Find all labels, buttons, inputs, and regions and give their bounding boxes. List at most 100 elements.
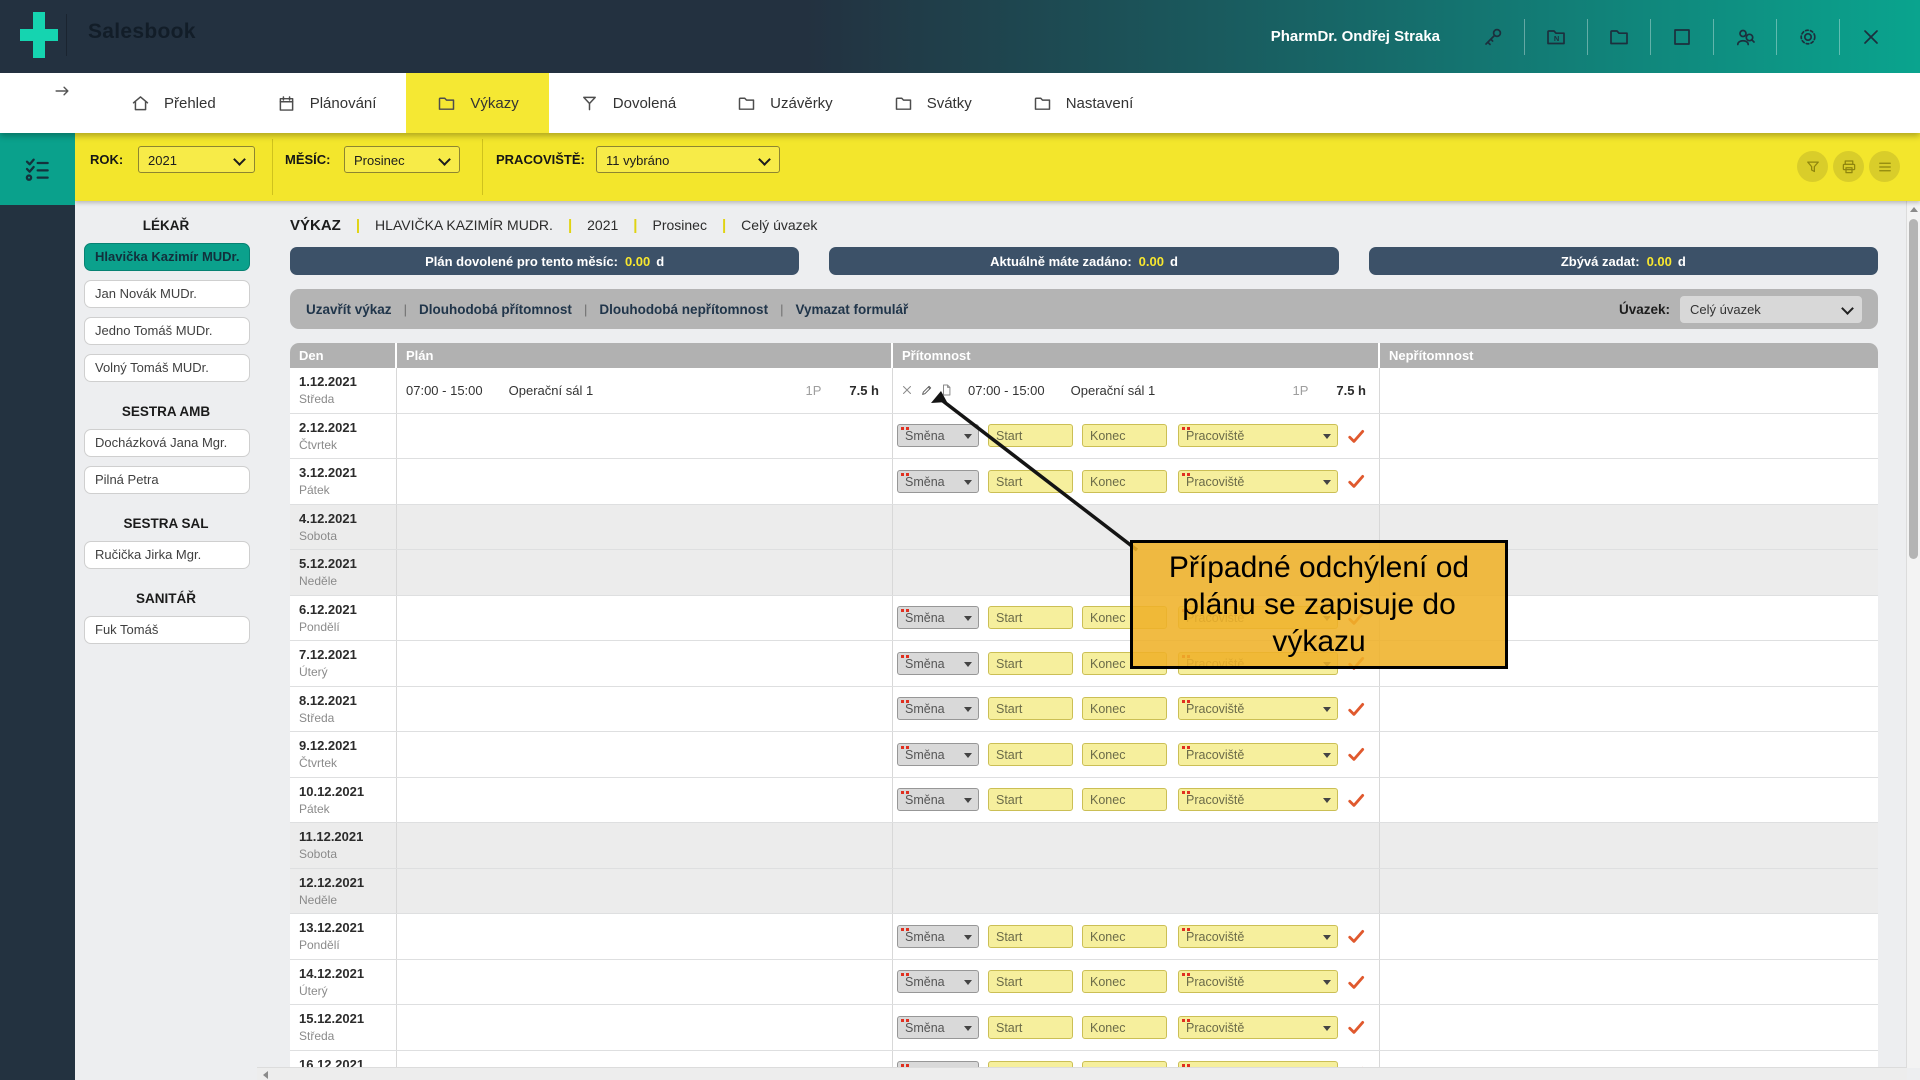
start-input[interactable]: Start (988, 925, 1073, 948)
konec-input[interactable]: Konec (1082, 1016, 1167, 1039)
smena-select[interactable]: Směna (897, 970, 979, 993)
konec-input[interactable]: Konec (1082, 424, 1167, 447)
smena-select[interactable]: Směna (897, 606, 979, 629)
start-input[interactable]: Start (988, 970, 1073, 993)
smena-select[interactable]: Směna (897, 697, 979, 720)
smena-select[interactable]: Směna (897, 424, 979, 447)
vertical-scrollbar-thumb[interactable] (1909, 219, 1918, 559)
confirm-check-button[interactable] (1346, 926, 1366, 946)
confirm-check-button[interactable] (1346, 790, 1366, 810)
smena-select[interactable]: Směna (897, 470, 979, 493)
collapse-arrow-icon[interactable] (52, 81, 72, 101)
key-icon[interactable] (1481, 25, 1505, 49)
confirm-check-button[interactable] (1346, 426, 1366, 446)
folder-icon[interactable] (1607, 25, 1631, 49)
pracoviste-select[interactable]: Pracoviště (1178, 925, 1338, 948)
tab-přehled[interactable]: Přehled (100, 73, 246, 133)
pracoviste-select[interactable]: 11 vybráno (596, 146, 780, 173)
checklist-menu-icon[interactable] (21, 153, 53, 185)
sidebar-item[interactable]: Ručička Jirka Mgr. (84, 541, 250, 569)
start-input[interactable]: Start (988, 424, 1073, 447)
menu-button[interactable] (1869, 151, 1900, 182)
pracoviste-select[interactable]: Pracoviště (1178, 788, 1338, 811)
square-icon[interactable] (1670, 25, 1694, 49)
folder-n-icon[interactable]: N (1544, 25, 1568, 49)
close-icon[interactable] (900, 383, 914, 397)
sidebar-item[interactable]: Pilná Petra (84, 466, 250, 494)
attendance-cell: Směna Start Konec Pracoviště (893, 414, 1380, 459)
konec-input[interactable]: Konec (1082, 970, 1167, 993)
uvazek-select[interactable]: Celý úvazek (1680, 296, 1862, 323)
document-icon[interactable] (940, 383, 954, 397)
sidebar-item[interactable]: Jan Novák MUDr. (84, 280, 250, 308)
start-input[interactable]: Start (988, 788, 1073, 811)
sidebar-item[interactable]: Fuk Tomáš (84, 616, 250, 644)
header-icon-divider (1776, 19, 1777, 55)
day-cell: 5.12.2021Neděle (290, 550, 397, 595)
mesic-select[interactable]: Prosinec (344, 146, 460, 173)
start-input[interactable]: Start (988, 652, 1073, 675)
confirm-check-button[interactable] (1346, 1017, 1366, 1037)
start-input[interactable]: Start (988, 1016, 1073, 1039)
confirm-check-button[interactable] (1346, 471, 1366, 491)
start-input[interactable]: Start (988, 606, 1073, 629)
pracoviste-select[interactable]: Pracoviště (1178, 470, 1338, 493)
start-input[interactable]: Start (988, 697, 1073, 720)
pracoviste-select[interactable]: Pracoviště (1178, 743, 1338, 766)
konec-input[interactable]: Konec (1082, 788, 1167, 811)
toolbar-action[interactable]: Dlouhodobá přítomnost (419, 302, 572, 317)
smena-select[interactable]: Směna (897, 788, 979, 811)
sidebar-item[interactable]: Hlavička Kazimír MUDr. (84, 243, 250, 271)
vertical-scrollbar[interactable] (1906, 201, 1920, 1068)
tab-nastavení[interactable]: Nastavení (1002, 73, 1164, 133)
smena-select[interactable]: Směna (897, 652, 979, 675)
plan-cell (397, 778, 893, 823)
smena-select[interactable]: Směna (897, 1016, 979, 1039)
rok-select[interactable]: 2021 (138, 146, 255, 173)
start-input[interactable]: Start (988, 470, 1073, 493)
toolbar-action[interactable]: Uzavřít výkaz (306, 302, 392, 317)
attendance-tag: 1P (1292, 383, 1308, 398)
tab-uzávěrky[interactable]: Uzávěrky (706, 73, 863, 133)
confirm-check-button[interactable] (1346, 699, 1366, 719)
sidebar-item[interactable]: Volný Tomáš MUDr. (84, 354, 250, 382)
filter-button[interactable] (1797, 151, 1828, 182)
pracoviste-select[interactable]: Pracoviště (1178, 970, 1338, 993)
tab-svátky[interactable]: Svátky (863, 73, 1002, 133)
tab-plánování[interactable]: Plánování (246, 73, 407, 133)
toolbar-action[interactable]: Vymazat formulář (795, 302, 908, 317)
pracoviste-select[interactable]: Pracoviště (1178, 1016, 1338, 1039)
row-date: 13.12.2021 (299, 920, 396, 935)
scroll-up-icon[interactable] (1910, 207, 1918, 212)
close-icon[interactable] (1859, 25, 1883, 49)
print-button[interactable] (1833, 151, 1864, 182)
confirm-check-button[interactable] (1346, 972, 1366, 992)
pracoviste-select[interactable]: Pracoviště (1178, 424, 1338, 447)
pracoviste-select[interactable]: Pracoviště (1178, 697, 1338, 720)
pencil-icon[interactable] (920, 383, 934, 397)
sidebar-group-title: SANITÁŘ (75, 591, 257, 606)
toolbar-action[interactable]: Dlouhodobá nepřítomnost (599, 302, 768, 317)
attendance-form: Směna Start Konec Pracoviště (897, 697, 1366, 720)
horizontal-scrollbar[interactable] (257, 1067, 1907, 1080)
tab-dovolená[interactable]: Dovolená (549, 73, 706, 133)
sidebar-item[interactable]: Jedno Tomáš MUDr. (84, 317, 250, 345)
konec-input[interactable]: Konec (1082, 743, 1167, 766)
smena-select[interactable]: Směna (897, 743, 979, 766)
breadcrumb-separator: | (356, 217, 360, 234)
gear-icon[interactable] (1796, 25, 1820, 49)
sidebar-item[interactable]: Docházková Jana Mgr. (84, 429, 250, 457)
scroll-left-icon[interactable] (263, 1071, 268, 1079)
konec-input[interactable]: Konec (1082, 470, 1167, 493)
konec-input[interactable]: Konec (1082, 925, 1167, 948)
confirm-check-button[interactable] (1346, 744, 1366, 764)
row-day: Sobota (299, 847, 396, 861)
konec-input[interactable]: Konec (1082, 697, 1167, 720)
tab-výkazy[interactable]: Výkazy (406, 73, 548, 133)
start-input[interactable]: Start (988, 743, 1073, 766)
plan-cell (397, 960, 893, 1005)
smena-select[interactable]: Směna (897, 925, 979, 948)
plan-cell (397, 596, 893, 641)
user-search-icon[interactable] (1733, 25, 1757, 49)
row-day: Neděle (299, 893, 396, 907)
